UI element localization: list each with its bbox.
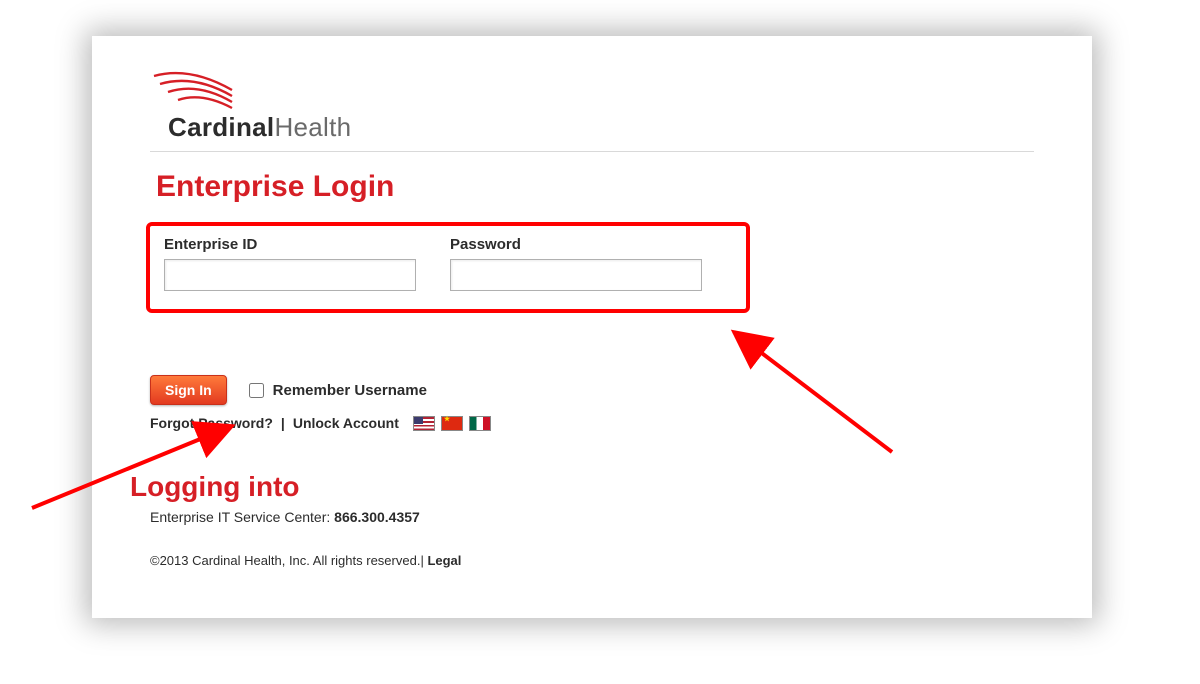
annotation-highlight-box: Enterprise ID Password bbox=[146, 222, 750, 313]
cardinal-bird-icon bbox=[150, 70, 270, 114]
remember-username-label[interactable]: Remember Username bbox=[245, 380, 427, 401]
signin-row: Sign In Remember Username bbox=[150, 375, 1034, 405]
logo-wordmark: CardinalHealth bbox=[168, 112, 351, 143]
legal-link[interactable]: Legal bbox=[427, 553, 461, 568]
page-title: Enterprise Login bbox=[156, 170, 1034, 204]
logo-text-bold: Cardinal bbox=[168, 112, 274, 142]
password-field: Password bbox=[450, 236, 702, 291]
password-input[interactable] bbox=[450, 259, 702, 291]
password-label: Password bbox=[450, 236, 702, 253]
flag-mx-icon[interactable] bbox=[469, 416, 491, 431]
enterprise-id-input[interactable] bbox=[164, 259, 416, 291]
sign-in-button[interactable]: Sign In bbox=[150, 375, 227, 405]
copyright-text: ©2013 Cardinal Health, Inc. All rights r… bbox=[150, 553, 420, 568]
unlock-account-link[interactable]: Unlock Account bbox=[293, 415, 399, 431]
locale-flags bbox=[413, 416, 491, 431]
link-separator: | bbox=[281, 415, 285, 431]
flag-us-icon[interactable] bbox=[413, 416, 435, 431]
forgot-password-link[interactable]: Forgot Password? bbox=[150, 415, 273, 431]
remember-username-text: Remember Username bbox=[273, 382, 427, 399]
remember-username-checkbox[interactable] bbox=[249, 383, 264, 398]
service-center-label: Enterprise IT Service Center: bbox=[150, 509, 334, 525]
cardinal-health-logo: CardinalHealth bbox=[150, 70, 1034, 143]
logo-text-light: Health bbox=[274, 112, 351, 142]
login-card: CardinalHealth Enterprise Login Enterpri… bbox=[92, 36, 1092, 618]
enterprise-id-field: Enterprise ID bbox=[164, 236, 416, 291]
service-center-phone: 866.300.4357 bbox=[334, 509, 420, 525]
flag-cn-icon[interactable] bbox=[441, 416, 463, 431]
enterprise-id-label: Enterprise ID bbox=[164, 236, 416, 253]
header-divider bbox=[150, 151, 1034, 152]
help-links: Forgot Password? | Unlock Account bbox=[150, 415, 1034, 431]
service-center-text: Enterprise IT Service Center: 866.300.43… bbox=[150, 509, 1034, 525]
footer-copyright: ©2013 Cardinal Health, Inc. All rights r… bbox=[150, 553, 1034, 568]
logging-into-heading: Logging into bbox=[130, 471, 1034, 503]
